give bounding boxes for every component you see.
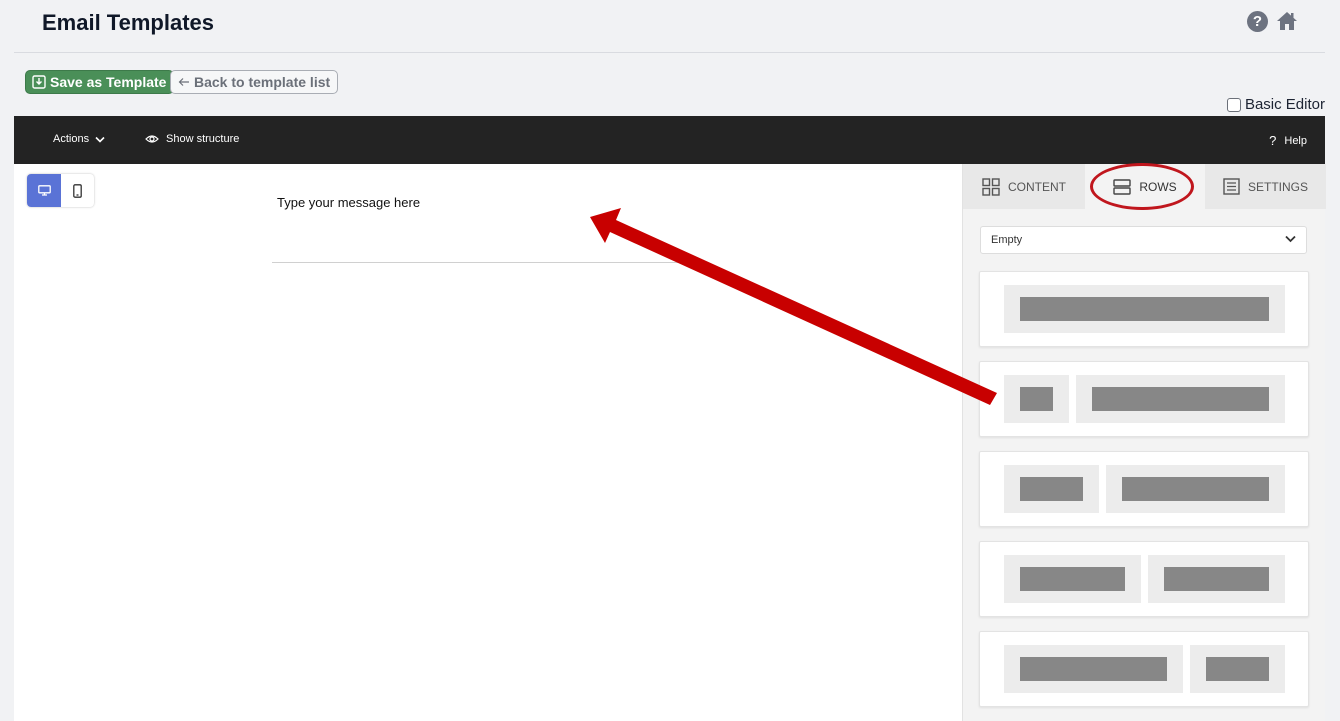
row-column — [1004, 285, 1285, 333]
column-placeholder — [1206, 657, 1269, 681]
tab-content-label: CONTENT — [1008, 179, 1066, 194]
mobile-view-button[interactable] — [61, 174, 94, 207]
row-column — [1004, 375, 1069, 423]
arrow-left-icon — [178, 78, 189, 86]
save-as-template-button[interactable]: Save as Template — [25, 70, 175, 94]
help-icon[interactable]: ? — [1247, 11, 1268, 32]
basic-editor-checkbox[interactable] — [1226, 97, 1241, 112]
home-icon[interactable] — [1276, 10, 1298, 32]
row-layout-3-1-columns[interactable] — [979, 631, 1309, 707]
desktop-view-button[interactable] — [27, 174, 61, 207]
message-text-block[interactable]: Type your message here — [277, 195, 420, 210]
actions-label: Actions — [53, 133, 90, 145]
editor-toolbar: Actions Show structure ? Help — [14, 116, 1325, 164]
row-layout-1-column[interactable] — [979, 271, 1309, 347]
back-label: Back to template list — [194, 74, 331, 90]
chevron-down-icon — [95, 136, 105, 143]
row-column — [1076, 375, 1285, 423]
row-column — [1148, 555, 1285, 603]
grid-icon — [982, 177, 1000, 196]
save-icon — [32, 75, 46, 89]
basic-editor-toggle[interactable]: Basic Editor — [1226, 96, 1325, 113]
help-button[interactable]: ? Help — [1269, 133, 1307, 148]
row-column — [1004, 645, 1183, 693]
show-structure-label: Show structure — [166, 133, 240, 145]
row-column — [1004, 465, 1099, 513]
column-placeholder — [1122, 477, 1269, 501]
mobile-icon — [73, 183, 82, 198]
row-divider — [272, 262, 692, 263]
back-to-template-list-button[interactable]: Back to template list — [170, 70, 339, 94]
desktop-icon — [37, 185, 51, 196]
help-glyph: ? — [1269, 133, 1277, 148]
row-column — [1004, 555, 1141, 603]
rows-select-value: Empty — [991, 234, 1023, 246]
device-toggle — [27, 174, 94, 207]
save-label: Save as Template — [50, 74, 167, 90]
column-placeholder — [1092, 387, 1269, 411]
column-placeholder — [1020, 477, 1083, 501]
row-layout-1-4-columns[interactable] — [979, 361, 1309, 437]
page-title: Email Templates — [42, 10, 214, 35]
row-layout-1-3-columns[interactable] — [979, 451, 1309, 527]
column-placeholder — [1020, 297, 1269, 321]
row-layout-2-columns[interactable] — [979, 541, 1309, 617]
page-header: Email Templates ? — [14, 0, 1325, 53]
editor-sidebar: CONTENT ROWS SETTINGS Empty — [962, 164, 1326, 721]
row-column — [1190, 645, 1285, 693]
column-placeholder — [1020, 567, 1125, 591]
basic-editor-label: Basic Editor — [1244, 96, 1325, 113]
column-placeholder — [1164, 567, 1269, 591]
chevron-down-icon — [1285, 235, 1296, 243]
tab-settings-label: SETTINGS — [1247, 179, 1308, 194]
rows-tab-highlight-circle — [1090, 163, 1194, 210]
row-column — [1106, 465, 1285, 513]
help-label: Help — [1284, 134, 1307, 147]
actions-menu[interactable]: Actions — [53, 133, 105, 145]
column-placeholder — [1020, 657, 1167, 681]
tab-settings[interactable]: SETTINGS — [1205, 164, 1326, 209]
rows-type-select[interactable]: Empty — [980, 226, 1307, 254]
tab-content[interactable]: CONTENT — [963, 164, 1085, 209]
column-placeholder — [1020, 387, 1053, 411]
email-canvas[interactable]: Type your message here — [14, 164, 962, 721]
settings-list-icon — [1223, 178, 1240, 195]
show-structure-button[interactable]: Show structure — [145, 133, 239, 145]
eye-icon — [145, 135, 159, 143]
